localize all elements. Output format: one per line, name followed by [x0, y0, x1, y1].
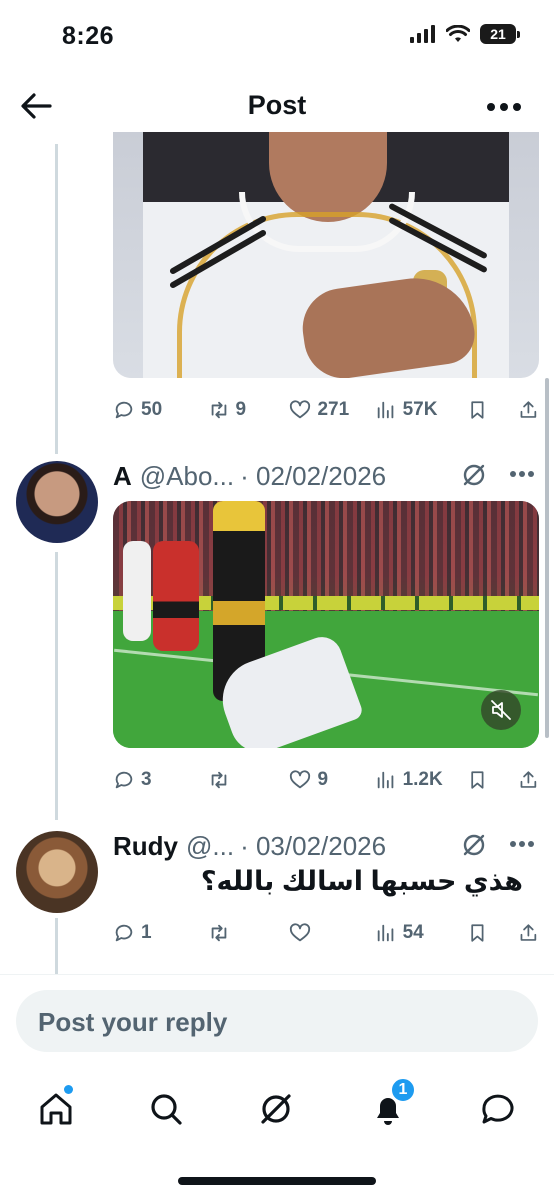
- thread-line: [55, 918, 58, 974]
- nav-notifications[interactable]: 1: [366, 1077, 416, 1131]
- thread-line: [55, 144, 58, 454]
- grok-icon: [261, 1094, 291, 1124]
- repost-icon: [211, 771, 226, 789]
- views-icon: [377, 924, 393, 942]
- grok-icon[interactable]: [461, 832, 487, 858]
- mute-icon: [491, 700, 511, 720]
- share-icon[interactable]: [518, 399, 539, 421]
- messages-icon: [482, 1094, 514, 1124]
- like-count: 271: [317, 399, 350, 420]
- jersey-photo: [143, 132, 509, 378]
- post-header: Rudy @... · 03/02/2026: [113, 828, 543, 864]
- reply-icon: [115, 401, 133, 419]
- nav-grok[interactable]: [254, 1087, 298, 1131]
- nav-home[interactable]: [34, 1085, 78, 1131]
- referee: [153, 541, 199, 651]
- mute-button[interactable]: [481, 690, 521, 730]
- repost-button[interactable]: [208, 769, 278, 791]
- reply-count: 50: [141, 399, 163, 420]
- post-video[interactable]: [113, 501, 539, 748]
- home-indicator[interactable]: [178, 1177, 376, 1185]
- reply-button[interactable]: 3: [113, 769, 208, 791]
- author-name[interactable]: Rudy: [113, 831, 178, 862]
- thread-line: [55, 552, 58, 820]
- battery-level: 21: [490, 26, 506, 42]
- repost-button[interactable]: [208, 922, 278, 944]
- wifi-icon: [446, 25, 470, 42]
- share-icon[interactable]: [518, 922, 539, 944]
- reply-placeholder: Post your reply: [38, 1007, 228, 1037]
- author-handle[interactable]: @Abo...: [140, 461, 234, 492]
- more-icon[interactable]: [486, 102, 522, 112]
- like-button[interactable]: 271: [289, 399, 374, 421]
- search-icon: [151, 1094, 182, 1125]
- post-actions: 50 9 271 57K: [113, 395, 539, 425]
- status-bar: 8:26 21: [0, 0, 554, 70]
- views-button[interactable]: 1.2K: [375, 769, 464, 791]
- repost-icon: [211, 924, 226, 942]
- bookmark-icon[interactable]: [467, 399, 488, 421]
- views-count: 57K: [402, 399, 438, 420]
- avatar[interactable]: [16, 461, 98, 543]
- nav-messages[interactable]: [476, 1087, 520, 1131]
- views-icon: [377, 401, 393, 419]
- more-icon[interactable]: [509, 470, 535, 478]
- repost-count: 9: [235, 399, 247, 420]
- header: Post: [0, 80, 554, 132]
- grok-icon[interactable]: [461, 462, 487, 488]
- views-count: 1.2K: [402, 769, 443, 790]
- avatar[interactable]: [16, 831, 98, 913]
- heart-icon: [290, 923, 311, 942]
- bookmark-icon[interactable]: [467, 922, 488, 944]
- views-button[interactable]: 54: [375, 922, 464, 944]
- post-text: هذي حسبها اسالك بالله؟: [200, 866, 523, 896]
- post-actions: 1 54: [113, 918, 539, 948]
- reply-icon: [115, 771, 133, 789]
- author-handle[interactable]: @...: [186, 831, 234, 862]
- more-icon[interactable]: [509, 840, 535, 848]
- views-button[interactable]: 57K: [375, 399, 464, 421]
- reply-icon: [115, 924, 133, 942]
- status-time: 8:26: [62, 22, 115, 50]
- reply-input[interactable]: Post your reply: [16, 990, 538, 1052]
- repost-button[interactable]: 9: [208, 399, 278, 421]
- bottom-nav: 1: [0, 1075, 554, 1145]
- reply-button[interactable]: 50: [113, 399, 208, 421]
- scrollbar[interactable]: [545, 378, 549, 738]
- share-icon[interactable]: [518, 769, 539, 791]
- page-title: Post: [247, 90, 307, 120]
- heart-icon: [290, 770, 311, 789]
- post-date[interactable]: · 03/02/2026: [240, 831, 386, 862]
- views-count: 54: [402, 922, 424, 943]
- post-actions: 3 9 1.2K: [113, 765, 539, 795]
- views-icon: [377, 771, 393, 789]
- post-image[interactable]: [113, 132, 539, 378]
- like-button[interactable]: 9: [289, 769, 374, 791]
- home-unread-dot: [64, 1085, 73, 1094]
- home-icon: [40, 1093, 72, 1125]
- status-icons: 21: [410, 24, 520, 44]
- author-name[interactable]: A: [113, 461, 132, 492]
- post-date[interactable]: · 02/02/2026: [240, 461, 386, 492]
- notifications-badge: 1: [390, 1077, 416, 1103]
- heart-icon: [290, 400, 311, 419]
- reply-count: 1: [141, 922, 152, 943]
- signal-icon: [410, 25, 435, 43]
- bookmark-icon[interactable]: [467, 769, 488, 791]
- post-header: A @Abo... · 02/02/2026: [113, 458, 543, 494]
- reply-button[interactable]: 1: [113, 922, 208, 944]
- nav-search[interactable]: [144, 1087, 188, 1131]
- player-far: [123, 541, 151, 641]
- like-button[interactable]: [289, 922, 374, 944]
- battery-icon: 21: [480, 24, 520, 44]
- reply-count: 3: [141, 769, 152, 790]
- divider: [0, 974, 554, 975]
- like-count: 9: [317, 769, 329, 790]
- repost-icon: [211, 401, 226, 419]
